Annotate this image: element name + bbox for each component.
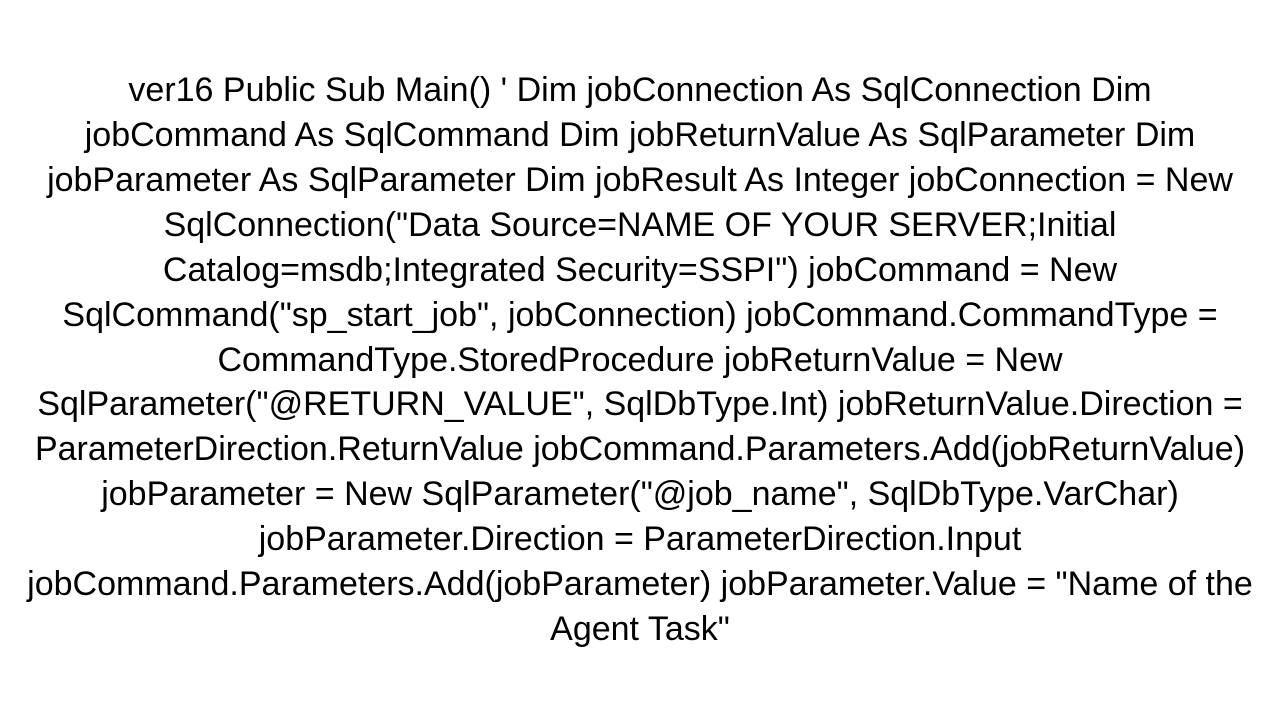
code-text-block: ver16 Public Sub Main() ' Dim jobConnect… [25, 68, 1255, 651]
